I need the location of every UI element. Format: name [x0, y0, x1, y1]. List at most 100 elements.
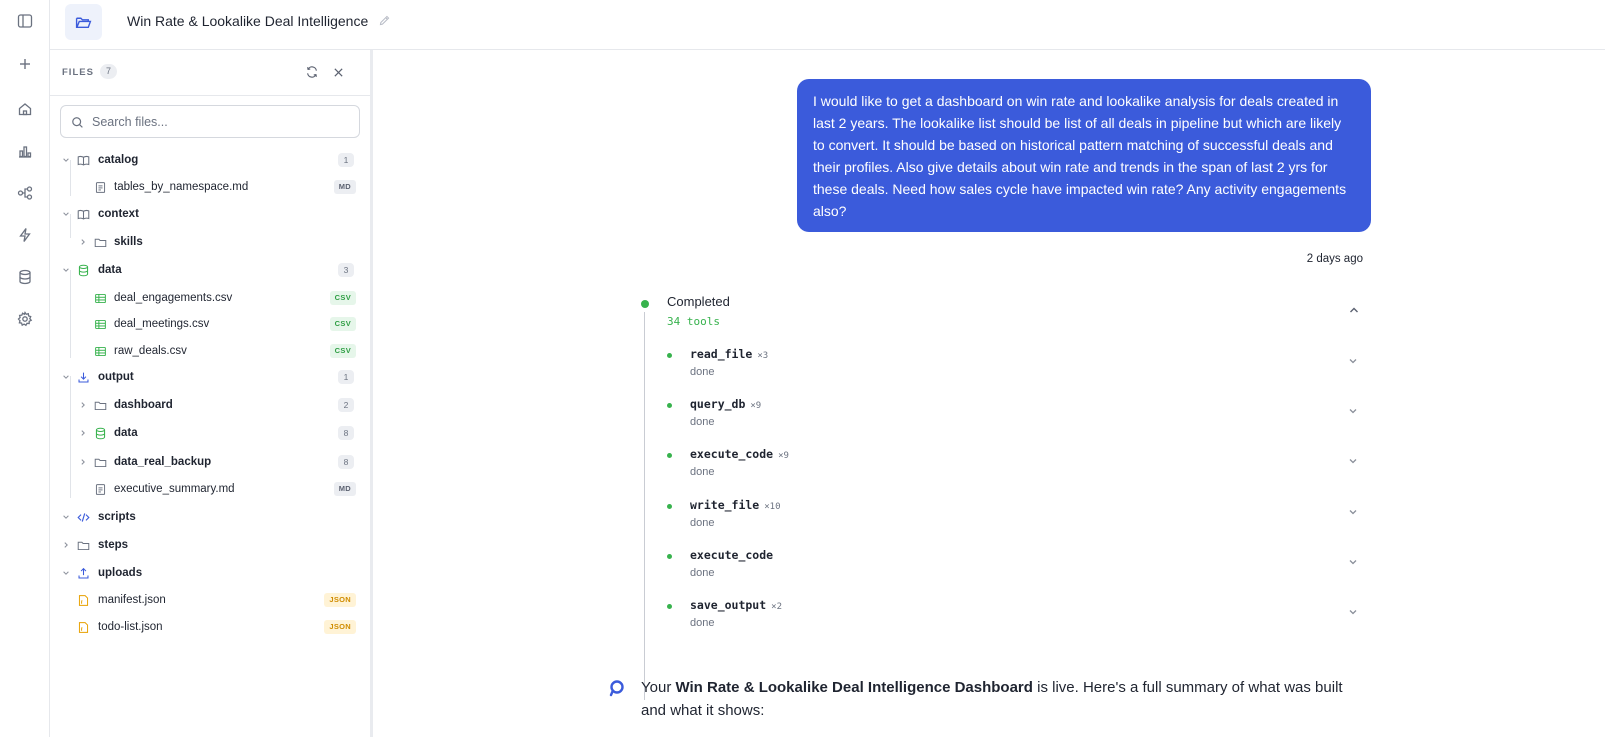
files-count-badge: 7 [100, 64, 117, 79]
files-panel: FILES 7 catalog 1 [50, 50, 372, 737]
home-icon[interactable] [13, 97, 37, 121]
settings-gear-icon[interactable] [13, 307, 37, 331]
folder-name: catalog [98, 154, 139, 166]
tool-status-dot [667, 504, 672, 509]
tree-folder-catalog[interactable]: catalog 1 [50, 148, 372, 172]
tool-status-dot [667, 403, 672, 408]
file-name: raw_deals.csv [114, 345, 187, 357]
tool-name: query_db [690, 397, 746, 411]
file-name: todo-list.json [98, 621, 163, 633]
chevron-right-icon [78, 237, 88, 247]
chevron-down-icon[interactable] [1348, 356, 1358, 366]
tree-folder-data-real-backup[interactable]: data_real_backup 8 [50, 450, 372, 474]
files-folder-button[interactable] [65, 4, 102, 40]
tool-call-row[interactable]: save_output ×2 done [667, 598, 1367, 638]
chevron-down-icon[interactable] [1348, 607, 1358, 617]
search-files-box[interactable] [60, 105, 360, 138]
files-label: FILES [62, 67, 94, 78]
book-icon [76, 153, 90, 167]
tree-folder-context[interactable]: context [50, 202, 372, 226]
tree-folder-uploads[interactable]: uploads [50, 561, 372, 585]
file-type-badge: CSV [329, 291, 356, 305]
chat-area: I would like to get a dashboard on win r… [373, 50, 1605, 737]
tree-file-todo-list[interactable]: todo-list.json JSON [50, 615, 372, 639]
table-icon [93, 344, 107, 358]
workflow-icon[interactable] [13, 181, 37, 205]
folder-name: data [98, 264, 122, 276]
database-icon[interactable] [13, 265, 37, 289]
file-type-badge: MD [333, 180, 356, 194]
search-input[interactable] [92, 113, 352, 131]
tree-file-manifest[interactable]: manifest.json JSON [50, 588, 372, 612]
folder-icon [93, 235, 107, 249]
file-type-badge: CSV [329, 317, 356, 331]
run-status: Completed [667, 294, 730, 309]
edit-pencil-icon[interactable] [378, 14, 391, 27]
chevron-down-icon[interactable] [1348, 406, 1358, 416]
tool-call-row[interactable]: execute_code ×9 done [667, 447, 1367, 487]
item-count: 8 [338, 455, 354, 469]
chevron-right-icon [61, 540, 71, 550]
tree-file-tables-by-namespace[interactable]: tables_by_namespace.md MD [50, 175, 372, 199]
item-count: 3 [338, 263, 354, 277]
file-type-badge: MD [333, 482, 356, 496]
tool-multiplier: ×10 [764, 502, 781, 512]
close-icon[interactable] [330, 64, 346, 80]
tool-status-dot [667, 554, 672, 559]
lightning-icon[interactable] [13, 223, 37, 247]
folder-icon [93, 398, 107, 412]
tool-call-row[interactable]: query_db ×9 done [667, 397, 1367, 437]
tree-folder-data[interactable]: data 3 [50, 258, 372, 282]
document-icon [93, 482, 107, 496]
app-window: Win Rate & Lookalike Deal Intelligence F… [0, 0, 1605, 737]
new-chat-plus-icon[interactable] [13, 52, 37, 76]
tree-file-deal-engagements[interactable]: deal_engagements.csv CSV [50, 286, 372, 310]
folder-name: data [114, 427, 138, 439]
upload-icon [76, 566, 90, 580]
tree-file-executive-summary[interactable]: executive_summary.md MD [50, 477, 372, 501]
tool-call-row[interactable]: read_file ×3 done [667, 347, 1367, 387]
status-dot [641, 300, 649, 308]
bar-chart-icon[interactable] [13, 139, 37, 163]
tool-multiplier: ×2 [771, 602, 783, 612]
tree-folder-scripts[interactable]: scripts [50, 505, 372, 529]
tool-count: 34 tools [667, 315, 720, 328]
tool-name: execute_code [690, 447, 774, 461]
chevron-down-icon [61, 209, 71, 219]
chevron-down-icon[interactable] [1348, 507, 1358, 517]
file-type-badge: JSON [324, 593, 356, 607]
chevron-down-icon [61, 155, 71, 165]
tool-status: done [690, 466, 715, 478]
folder-name: dashboard [114, 399, 173, 411]
tool-status: done [690, 567, 715, 579]
tree-folder-output[interactable]: output 1 [50, 365, 372, 389]
chevron-right-icon [78, 400, 88, 410]
file-name: tables_by_namespace.md [114, 181, 249, 193]
chevron-down-icon [61, 265, 71, 275]
folder-name: scripts [98, 511, 136, 523]
code-icon [76, 510, 90, 524]
json-file-icon [76, 593, 90, 607]
tree-folder-output-data[interactable]: data 8 [50, 421, 372, 445]
refresh-icon[interactable] [304, 64, 320, 80]
tool-call-row[interactable]: execute_code done [667, 548, 1367, 588]
page-title[interactable]: Win Rate & Lookalike Deal Intelligence [127, 13, 368, 29]
tree-file-deal-meetings[interactable]: deal_meetings.csv CSV [50, 312, 372, 336]
tree-folder-skills[interactable]: skills [50, 230, 372, 254]
toggle-sidebar-icon[interactable] [13, 9, 37, 33]
database-icon [76, 263, 90, 277]
tree-folder-dashboard[interactable]: dashboard 2 [50, 393, 372, 417]
item-count: 8 [338, 426, 354, 440]
files-panel-header: FILES 7 [50, 50, 372, 96]
tree-folder-steps[interactable]: steps [50, 533, 372, 557]
folder-name: uploads [98, 567, 143, 579]
table-icon [93, 291, 107, 305]
tool-call-row[interactable]: write_file ×10 done [667, 498, 1367, 538]
chevron-up-icon[interactable] [1348, 304, 1360, 316]
chevron-down-icon[interactable] [1348, 557, 1358, 567]
chevron-down-icon[interactable] [1348, 456, 1358, 466]
json-file-icon [76, 620, 90, 634]
tree-file-raw-deals[interactable]: raw_deals.csv CSV [50, 339, 372, 363]
tool-name: execute_code [690, 548, 774, 562]
tool-status-dot [667, 353, 672, 358]
